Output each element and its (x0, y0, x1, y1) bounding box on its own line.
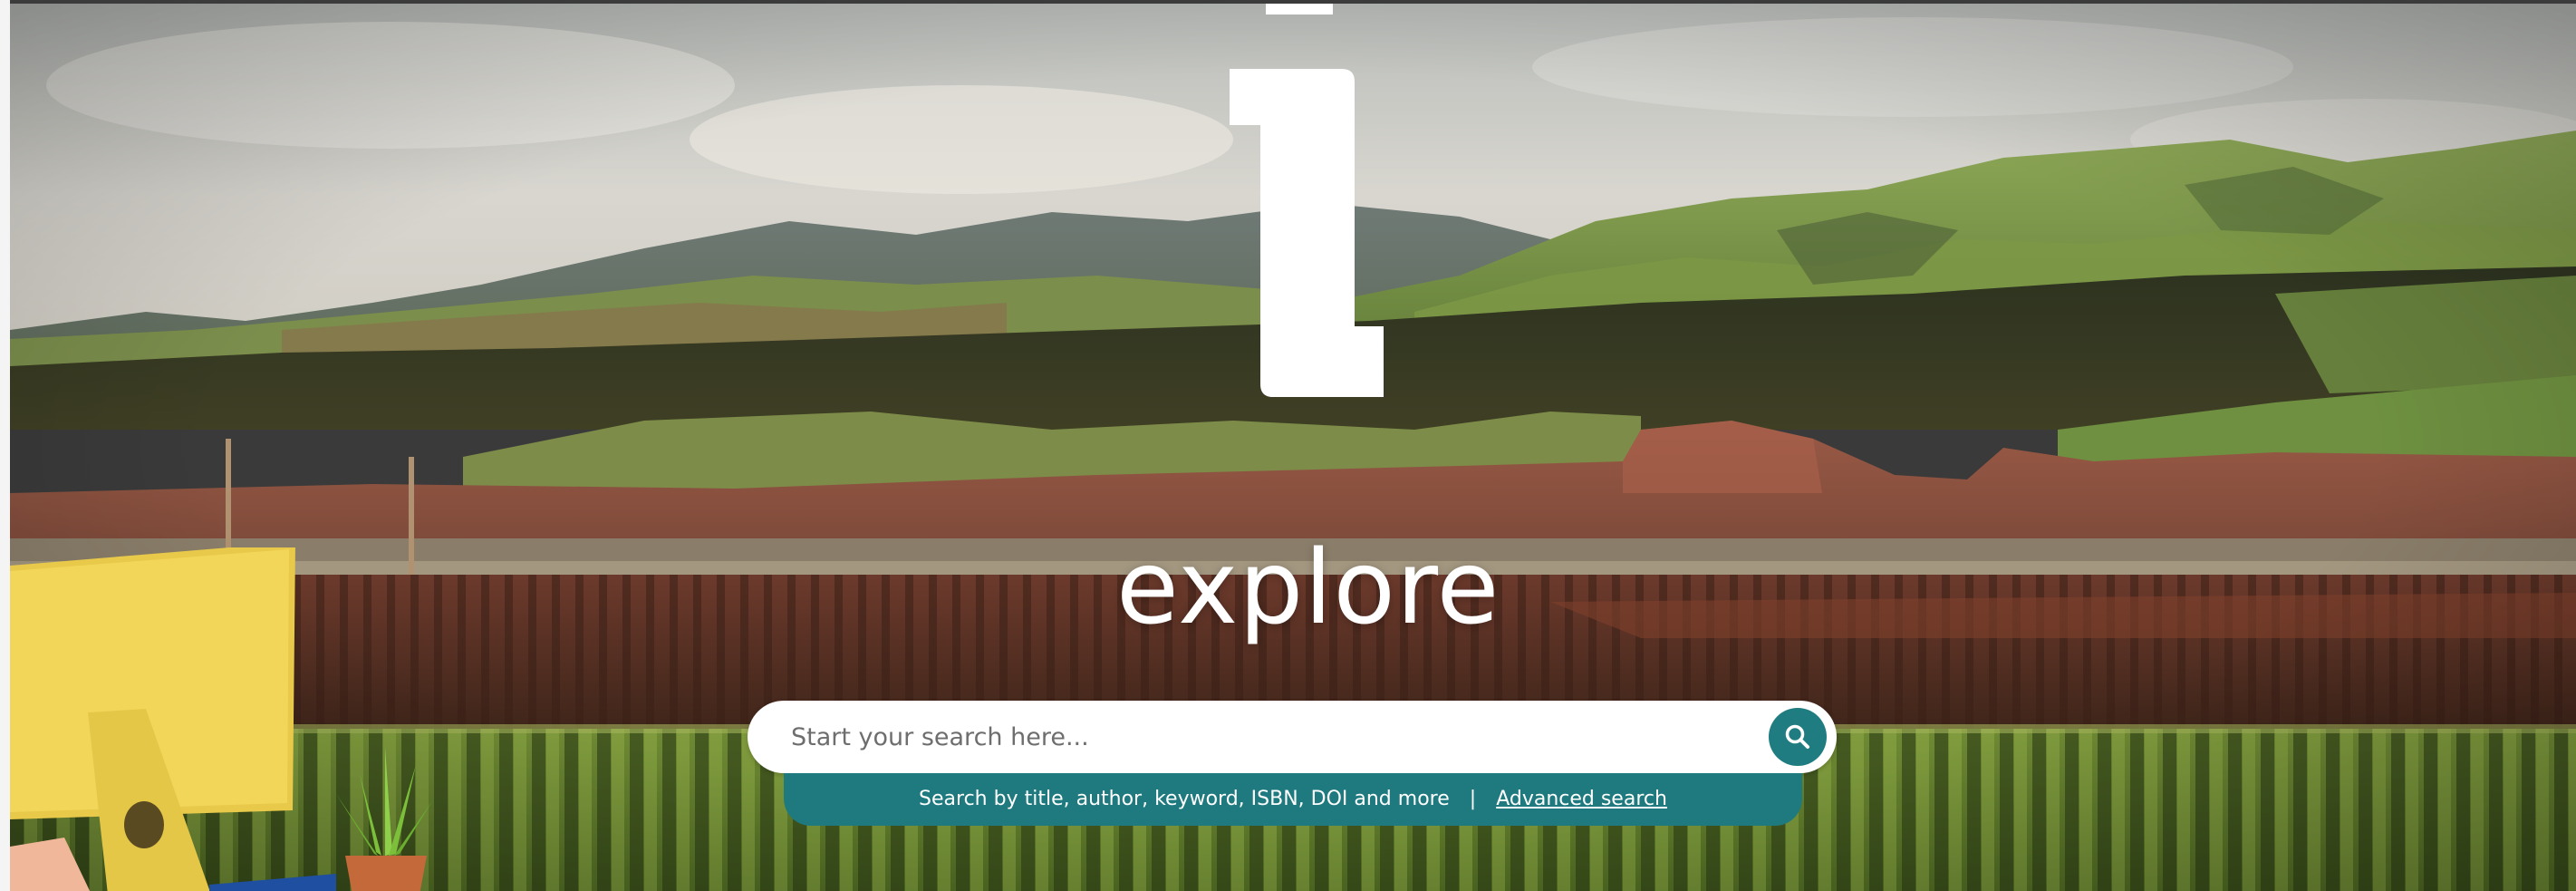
library-logo (1230, 4, 1384, 397)
search-bar (748, 701, 1837, 773)
left-edge-strip (0, 0, 10, 891)
search-helper-bar: Search by title, author, keyword, ISBN, … (784, 773, 1802, 826)
search-button[interactable] (1769, 708, 1827, 766)
desk-illustration (10, 547, 432, 891)
page: explore Search by title, author, keyword… (0, 0, 2576, 891)
page-title: explore (1116, 529, 1500, 647)
search-helper-text: Search by title, author, keyword, ISBN, … (919, 788, 1450, 810)
advanced-search-link[interactable]: Advanced search (1496, 788, 1667, 810)
separator: | (1469, 788, 1477, 810)
search-input[interactable] (748, 701, 1837, 773)
search-icon (1785, 724, 1809, 749)
